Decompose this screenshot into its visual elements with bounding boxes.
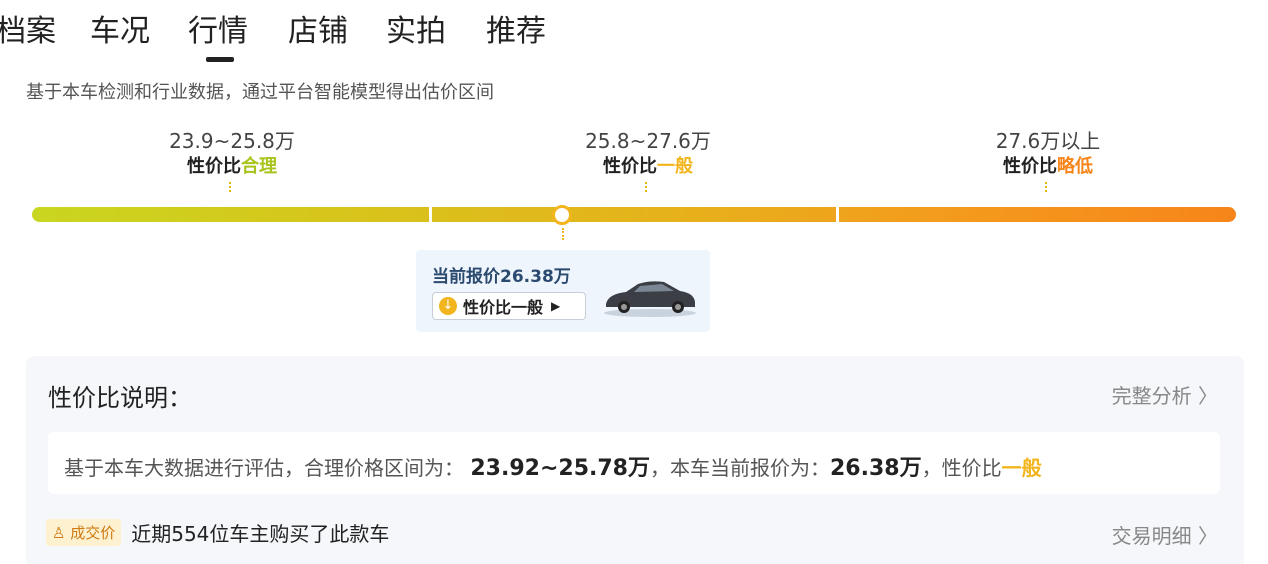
tab-condition[interactable]: 车况 [90,12,150,52]
value-explanation-panel: 性价比说明： 完整分析 〉 基于本车大数据进行评估，合理价格区间为： 23.92… [26,356,1244,564]
price-range-bar [32,207,1236,222]
active-tab-indicator [206,57,234,62]
current-price-label: 当前报价26.38万 [432,267,571,287]
range-price: 27.6万以上 [995,129,1101,153]
range-reasonable: 23.9~25.8万 性价比合理 [112,128,352,192]
current-price-card: 当前报价26.38万 ↓ 性价比一般 ▶ [416,250,710,332]
explanation-title: 性价比说明： [48,384,192,412]
deal-info: ♙ 成交价 近期554位车主购买了此款车 [46,518,389,546]
buyers-count-note: 近期554位车主购买了此款车 [131,521,390,546]
value-verdict-button[interactable]: ↓ 性价比一般 ▶ [432,292,586,320]
value-verdict-label: 性价比一般 [463,298,544,317]
full-analysis-link[interactable]: 完整分析 〉 [1112,380,1218,409]
play-arrow-icon: ▶ [551,299,561,313]
transaction-detail-link[interactable]: 交易明细 〉 [1112,520,1218,549]
explanation-summary: 基于本车大数据进行评估，合理价格区间为： 23.92~25.78万，本车当前报价… [48,432,1220,494]
range-average: 25.8~27.6万 性价比一般 [528,128,768,192]
valuation-subtitle: 基于本车检测和行业数据，通过平台智能模型得出估价区间 [26,82,494,103]
range-dot [229,182,235,192]
bar-separator [836,207,839,222]
range-low: 27.6万以上 性价比略低 [928,128,1168,192]
car-image [604,281,696,317]
marker-connector [562,228,564,240]
range-dot [1045,182,1051,192]
tab-photos[interactable]: 实拍 [386,12,446,52]
range-verdict: 性价比一般 [603,156,693,177]
range-price: 23.9~25.8万 [169,129,295,153]
arrow-down-icon: ↓ [439,297,457,315]
tab-recommend[interactable]: 推荐 [486,12,546,52]
current-price-marker [552,205,572,225]
range-dot [645,182,651,192]
verdict-highlight: 一般 [1001,456,1042,480]
bar-separator [429,207,432,222]
tab-archive[interactable]: 档案 [0,12,56,52]
explanation-text: 基于本车大数据进行评估，合理价格区间为： 23.92~25.78万，本车当前报价… [64,456,1042,481]
range-price: 25.8~27.6万 [585,129,711,153]
deal-price-tag: ♙ 成交价 [46,518,122,546]
tab-bar: 档案 车况 行情 店铺 实拍 推荐 [0,12,700,68]
tab-store[interactable]: 店铺 [288,12,348,52]
reasonable-range: 23.92~25.78万 [470,456,650,481]
current-price-value: 26.38万 [829,456,922,481]
range-verdict: 性价比略低 [1003,156,1093,177]
range-verdict: 性价比合理 [187,156,277,177]
tab-market[interactable]: 行情 [188,12,248,52]
